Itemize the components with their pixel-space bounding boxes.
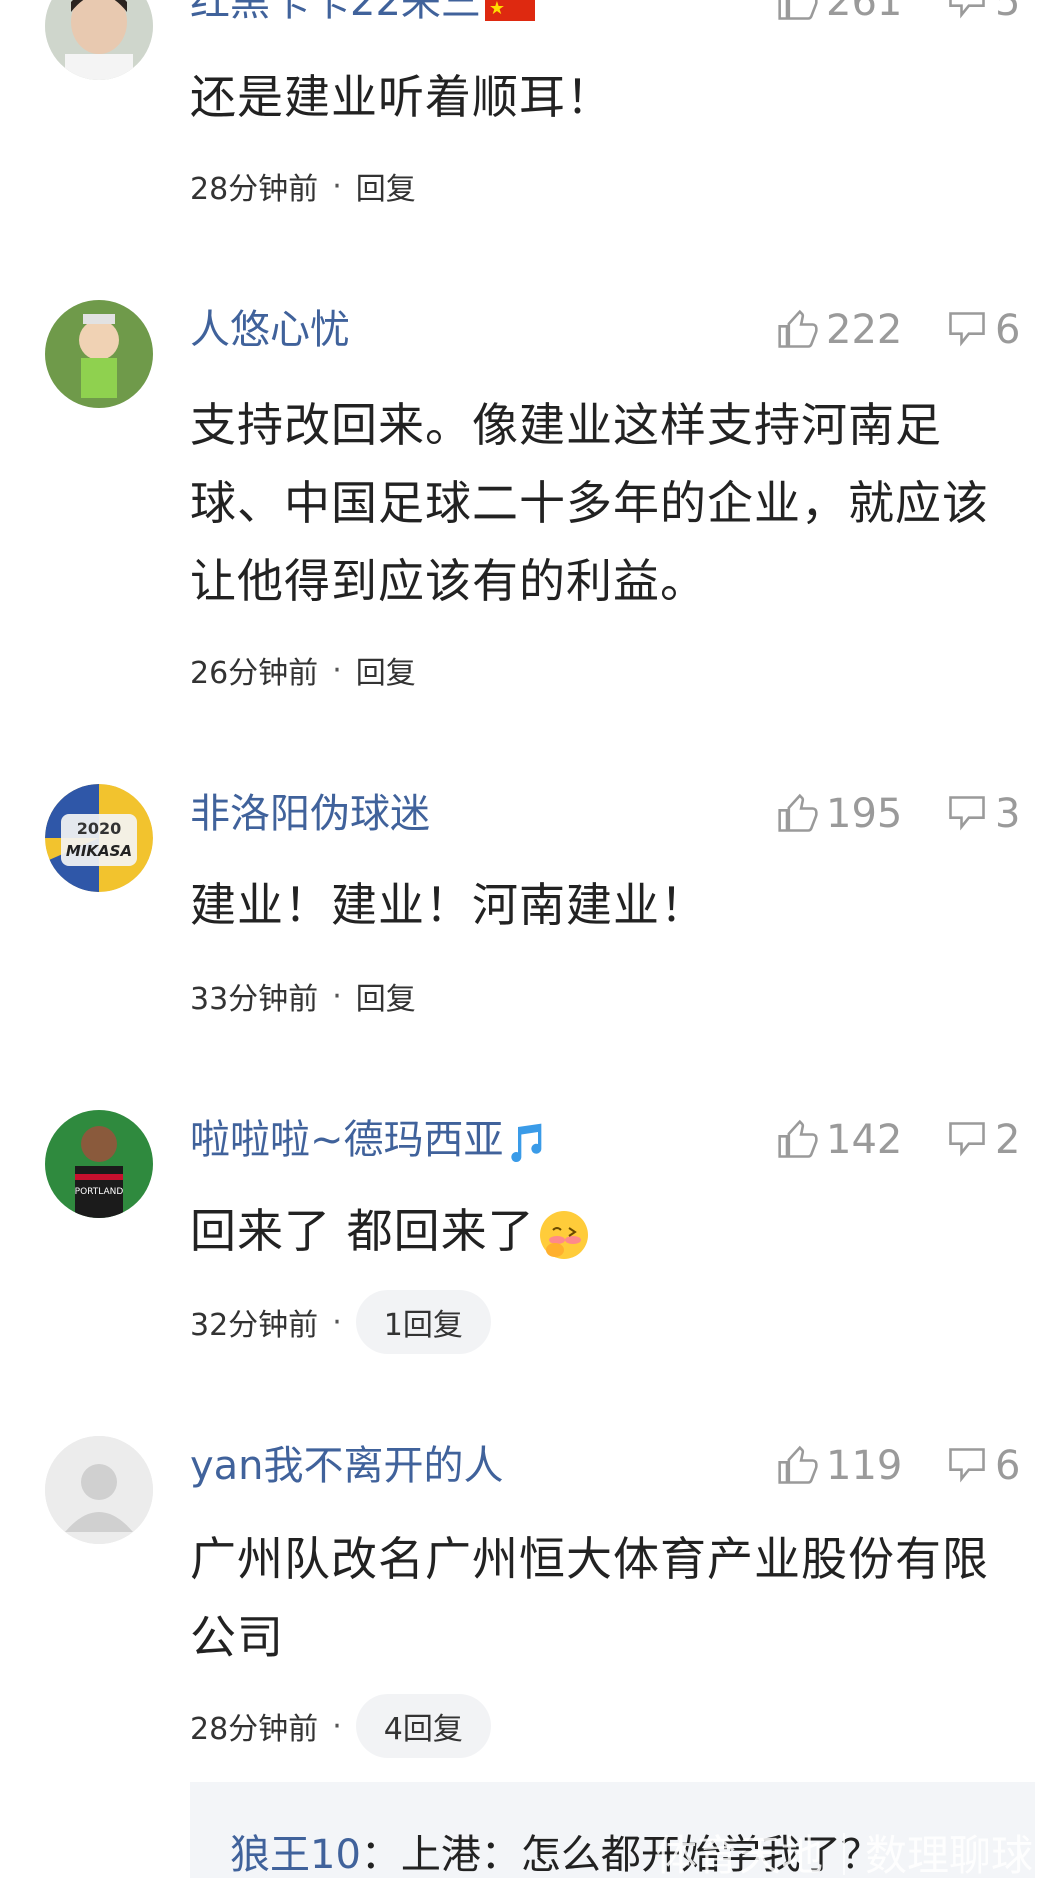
comment-text: 广州队改名广州恒大体育产业股份有限公司 bbox=[190, 1532, 989, 1664]
dislike-button[interactable]: 6 bbox=[945, 306, 1020, 354]
username[interactable]: 非洛阳伪球迷 bbox=[190, 790, 430, 838]
replies-button[interactable]: 4回复 bbox=[355, 1694, 491, 1758]
thumbs-down-icon bbox=[949, 1122, 985, 1157]
timestamp: 28分钟前 bbox=[190, 172, 319, 207]
thumbs-down-icon bbox=[949, 1448, 985, 1483]
comment-text: 支持改回来。像建业这样支持河南足球、中国足球二十多年的企业，就应该让他得到应该有… bbox=[190, 398, 989, 608]
dislike-button[interactable]: 6 bbox=[945, 1442, 1020, 1490]
avatar-brand-text: MIKASA bbox=[66, 842, 132, 860]
like-count: 222 bbox=[826, 307, 903, 353]
like-button[interactable]: 142 bbox=[776, 1116, 902, 1164]
avatar-year-text: 2020 bbox=[77, 819, 122, 838]
sub-reply-text: ：上港：怎么都开始学我了？ bbox=[360, 1832, 881, 1878]
dislike-count: 6 bbox=[995, 307, 1021, 353]
avatar-image bbox=[45, 300, 153, 408]
separator-dot: · bbox=[332, 978, 342, 1014]
comment-text: 还是建业听着顺耳！ bbox=[190, 70, 613, 124]
separator-dot: · bbox=[332, 168, 342, 204]
thumbs-up-icon bbox=[778, 793, 818, 832]
reply-button[interactable]: 回复 bbox=[356, 648, 416, 692]
avatar[interactable]: PORTLAND bbox=[45, 1110, 153, 1218]
reply-button[interactable]: 回复 bbox=[356, 164, 416, 208]
thumbs-up-icon bbox=[778, 1119, 818, 1158]
timestamp: 33分钟前 bbox=[190, 982, 319, 1017]
replies-button[interactable]: 1回复 bbox=[355, 1290, 491, 1354]
dislike-count: 2 bbox=[995, 1117, 1021, 1163]
separator-dot: · bbox=[332, 1708, 342, 1744]
comment-meta: 28分钟前 · 回复 bbox=[190, 154, 416, 218]
emoji-shy-icon bbox=[539, 1210, 588, 1259]
avatar-image bbox=[45, 0, 153, 80]
username-text[interactable]: 红黑卡卡22来三 bbox=[190, 0, 481, 25]
avatar[interactable] bbox=[45, 0, 153, 80]
timestamp: 26分钟前 bbox=[190, 656, 319, 691]
comment-text-body: 回来了 都回来了 bbox=[190, 1204, 535, 1258]
thumbs-down-icon bbox=[949, 796, 985, 831]
volleyball-avatar-icon: 2020 MIKASA bbox=[45, 784, 153, 892]
avatar-jersey-text: PORTLAND bbox=[75, 1187, 124, 1197]
dislike-count: 5 bbox=[995, 0, 1021, 25]
thumbs-up-icon bbox=[778, 1445, 818, 1484]
thumbs-down-icon bbox=[949, 312, 985, 347]
username[interactable]: yan我不离开的人 bbox=[190, 1442, 504, 1490]
comment-meta: 33分钟前 · 回复 bbox=[190, 964, 416, 1028]
username-text[interactable]: 啦啦啦~德玛西亚 bbox=[190, 1117, 504, 1163]
dislike-button[interactable]: 3 bbox=[945, 790, 1020, 838]
comment-meta: 28分钟前 · 4回复 bbox=[190, 1694, 491, 1758]
dislike-count: 3 bbox=[995, 791, 1021, 837]
avatar-image: PORTLAND bbox=[45, 1110, 153, 1218]
like-count: 142 bbox=[826, 1117, 903, 1163]
like-button[interactable]: 119 bbox=[776, 1442, 902, 1490]
like-button[interactable]: 261 bbox=[776, 0, 902, 26]
like-count: 195 bbox=[826, 791, 903, 837]
thumbs-up-icon bbox=[778, 309, 818, 348]
dislike-count: 6 bbox=[995, 1443, 1021, 1489]
separator-dot: · bbox=[332, 652, 342, 688]
comment-meta: 32分钟前 · 1回复 bbox=[190, 1290, 491, 1354]
sub-reply-preview[interactable]: 狼王10：上港：怎么都开始学我了？ bbox=[190, 1782, 1035, 1878]
default-avatar-icon bbox=[45, 1436, 153, 1544]
china-flag-icon bbox=[484, 0, 535, 33]
sub-reply-username[interactable]: 狼王10 bbox=[230, 1832, 361, 1878]
like-count: 119 bbox=[826, 1443, 903, 1489]
reply-button[interactable]: 回复 bbox=[356, 974, 416, 1018]
dislike-button[interactable]: 2 bbox=[945, 1116, 1020, 1164]
timestamp: 28分钟前 bbox=[190, 1712, 319, 1747]
username[interactable]: 人悠心忧 bbox=[190, 306, 350, 354]
comment-text: 回来了 都回来了 bbox=[190, 1192, 1010, 1270]
avatar[interactable] bbox=[45, 1436, 153, 1544]
like-button[interactable]: 195 bbox=[776, 790, 902, 838]
username[interactable]: 啦啦啦~德玛西亚 bbox=[190, 1116, 548, 1164]
like-count: 261 bbox=[826, 0, 903, 25]
music-note-icon bbox=[510, 1123, 541, 1163]
comment-meta: 26分钟前 · 回复 bbox=[190, 638, 416, 702]
dislike-button[interactable]: 5 bbox=[945, 0, 1020, 26]
avatar[interactable] bbox=[45, 300, 153, 408]
timestamp: 32分钟前 bbox=[190, 1308, 319, 1343]
separator-dot: · bbox=[332, 1304, 342, 1340]
thumbs-up-icon bbox=[778, 0, 818, 20]
comment-text: 建业！建业！河南建业！ bbox=[190, 878, 707, 932]
avatar[interactable]: 2020 MIKASA bbox=[45, 784, 153, 892]
thumbs-down-icon bbox=[949, 0, 985, 19]
like-button[interactable]: 222 bbox=[776, 306, 902, 354]
username[interactable]: 红黑卡卡22来三 bbox=[190, 0, 535, 33]
